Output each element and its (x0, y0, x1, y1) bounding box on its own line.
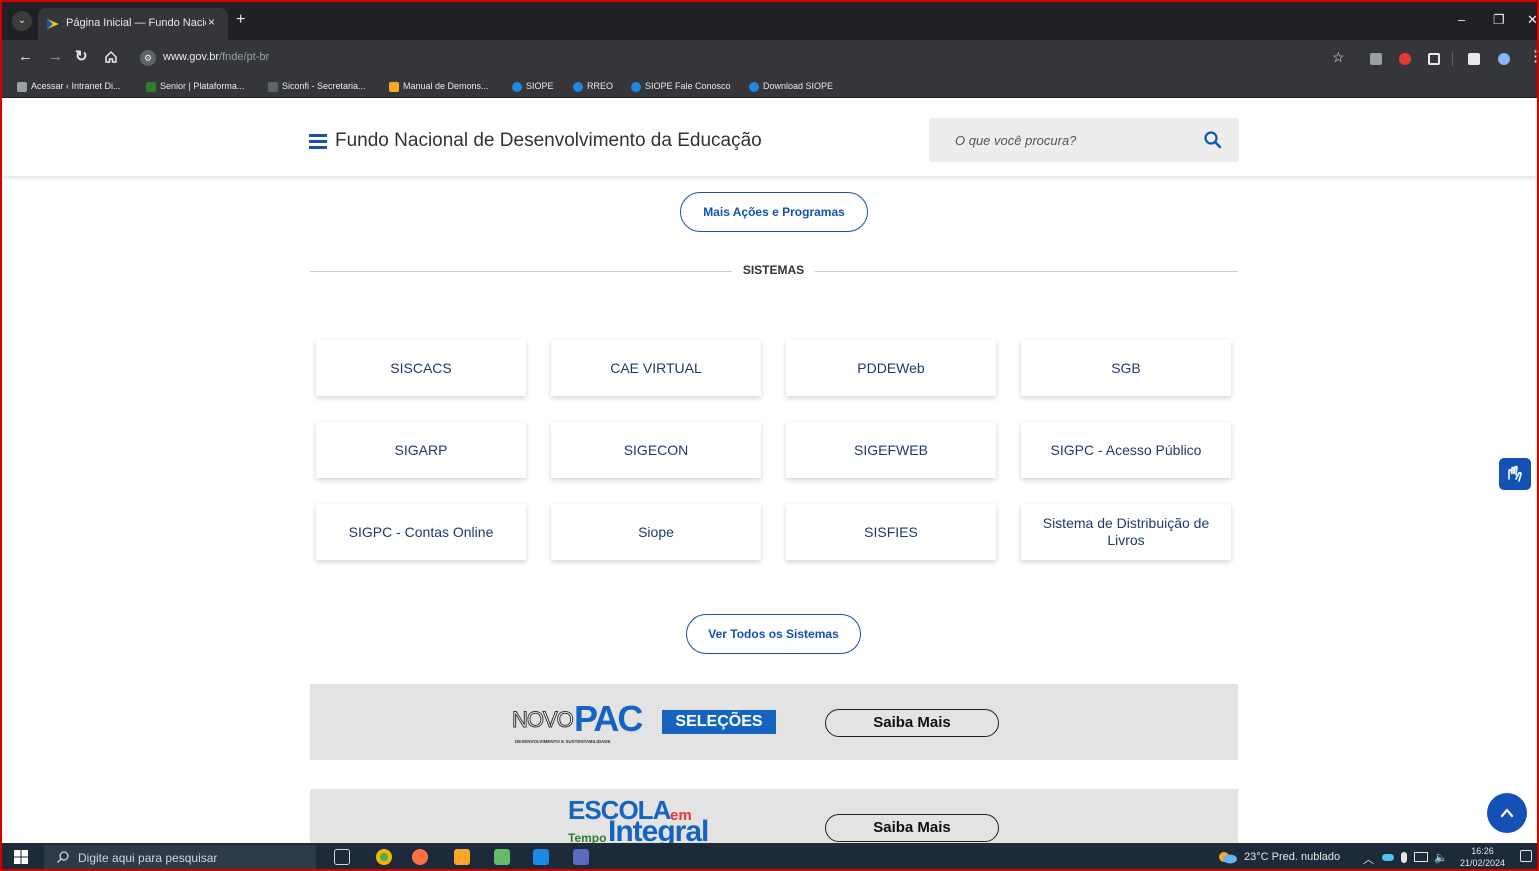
pdf-extension-icon[interactable] (1399, 53, 1411, 65)
notifications-icon[interactable] (1520, 850, 1532, 862)
vlibras-accessibility-button[interactable] (1499, 458, 1531, 490)
restore-button[interactable]: ❐ (1493, 12, 1505, 28)
site-info-icon[interactable]: ⚙ (140, 50, 156, 66)
novo-pac-logo: NOVO PAC SELEÇÕES DESENVOLVIMENTO E SUST… (512, 698, 782, 746)
browser-menu-icon[interactable]: ⋮ (1528, 48, 1539, 66)
back-to-top-button[interactable] (1487, 793, 1527, 833)
toolbar-divider (1452, 52, 1453, 66)
url-text: www.gov.br/fnde/pt-br (163, 51, 270, 63)
bookmark-item[interactable]: Senior | Plataforma... (146, 81, 244, 92)
side-panel-icon[interactable] (1468, 53, 1480, 65)
volume-icon[interactable]: 🔈 (1434, 851, 1448, 864)
reload-icon[interactable]: ↻ (75, 48, 88, 66)
gov-favicon-icon (47, 19, 59, 29)
taskbar-search-icon (57, 851, 69, 863)
extension-icon[interactable] (1370, 53, 1382, 65)
minimize-button[interactable]: – (1458, 12, 1465, 27)
bookmark-favicon-icon (17, 81, 27, 92)
bookmark-favicon-icon (631, 81, 641, 92)
system-card-distribuicao-livros[interactable]: Sistema de Distribuição de Livros (1021, 504, 1231, 560)
browser-title-bar: ⌄ Página Inicial — Fundo Nacional × + – … (0, 0, 1539, 40)
system-card-siope[interactable]: Siope (551, 504, 761, 560)
page-content: Fundo Nacional de Desenvolvimento da Edu… (2, 98, 1537, 843)
windows-start-icon[interactable] (14, 850, 28, 864)
close-window-button[interactable]: ✕ (1527, 12, 1538, 28)
weather-text[interactable]: 23°C Pred. nublado (1244, 851, 1340, 863)
chrome-taskbar-icon[interactable] (376, 849, 392, 865)
system-card-sigecon[interactable]: SIGECON (551, 422, 761, 478)
network-icon[interactable] (1414, 852, 1428, 862)
search-icon[interactable] (1203, 130, 1223, 150)
sign-language-hands-icon (1508, 465, 1522, 482)
bookmark-favicon-icon (749, 81, 759, 92)
clock-time: 16:26 (1471, 846, 1494, 856)
bookmark-favicon-icon (268, 81, 278, 92)
bookmark-favicon-icon (573, 81, 583, 92)
chevron-up-icon (1500, 808, 1514, 818)
novo-pac-banner[interactable]: NOVO PAC SELEÇÕES DESENVOLVIMENTO E SUST… (310, 684, 1238, 760)
bookmark-favicon-icon (512, 81, 522, 92)
microphone-icon[interactable] (1401, 852, 1407, 863)
task-view-icon[interactable] (334, 849, 350, 865)
site-header: Fundo Nacional de Desenvolvimento da Edu… (2, 98, 1537, 176)
system-clock[interactable]: 16:26 21/02/2024 (1460, 845, 1505, 869)
bookmark-item[interactable]: RREO (573, 81, 613, 92)
system-card-sigarp[interactable]: SIGARP (316, 422, 526, 478)
system-card-sgb[interactable]: SGB (1021, 340, 1231, 396)
taskbar-search-input[interactable]: Digite aqui para pesquisar (44, 845, 316, 869)
system-card-sisfies[interactable]: SISFIES (786, 504, 996, 560)
profile-avatar[interactable] (1498, 53, 1510, 65)
bookmark-star-icon[interactable]: ☆ (1332, 49, 1345, 66)
back-arrow-icon[interactable]: ← (18, 48, 33, 66)
address-bar[interactable]: ⚙ www.gov.br/fnde/pt-br ☆ (134, 46, 1356, 70)
see-all-systems-button[interactable]: Ver Todos os Sistemas (686, 614, 861, 654)
bookmarks-bar: Acessar ‹ Intranet Di... Senior | Plataf… (0, 76, 1539, 98)
tray-chevron-up-icon[interactable]: ︿ (1363, 851, 1374, 867)
bookmark-item[interactable]: SIOPE Fale Conosco (631, 81, 731, 92)
bookmark-item[interactable]: SIOPE (512, 81, 554, 92)
system-card-sigpc-contas-online[interactable]: SIGPC - Contas Online (316, 504, 526, 560)
forward-arrow-icon[interactable]: → (48, 48, 63, 66)
windows-taskbar: Digite aqui para pesquisar 23°C Pred. nu… (0, 843, 1539, 871)
search-input[interactable]: O que você procura? (929, 118, 1239, 162)
bookmark-item[interactable]: Download SIOPE (749, 81, 833, 92)
bookmark-favicon-icon (389, 81, 399, 92)
system-card-sigefweb[interactable]: SIGEFWEB (786, 422, 996, 478)
site-title[interactable]: Fundo Nacional de Desenvolvimento da Edu… (335, 130, 762, 152)
novo-pac-saiba-mais-button[interactable]: Saiba Mais (825, 709, 999, 737)
weather-cloud-icon (1219, 852, 1237, 864)
file-explorer-taskbar-icon[interactable] (454, 849, 470, 865)
calculator-taskbar-icon[interactable] (494, 849, 510, 865)
escola-saiba-mais-button[interactable]: Saiba Mais (825, 814, 999, 842)
escola-tempo-integral-logo: ESCOLA em Tempo Integral (568, 795, 709, 843)
menu-hamburger-icon[interactable] (309, 134, 327, 149)
firefox-taskbar-icon[interactable] (412, 849, 428, 865)
bookmark-favicon-icon (146, 81, 156, 92)
clock-date: 21/02/2024 (1460, 858, 1506, 868)
system-card-pddeweb[interactable]: PDDEWeb (786, 340, 996, 396)
more-actions-button[interactable]: Mais Ações e Programas (680, 192, 868, 232)
browser-toolbar: ← → ↻ ⚙ www.gov.br/fnde/pt-br ☆ ⋮ (0, 40, 1539, 76)
bookmark-item[interactable]: Manual de Demons... (389, 81, 489, 92)
system-card-sigpc-acesso-publico[interactable]: SIGPC - Acesso Público (1021, 422, 1231, 478)
system-card-cae-virtual[interactable]: CAE VIRTUAL (551, 340, 761, 396)
taskbar-search-placeholder: Digite aqui para pesquisar (78, 851, 218, 865)
systems-heading: SISTEMAS (732, 263, 815, 277)
tab-search-chevron-icon[interactable]: ⌄ (12, 11, 32, 31)
onedrive-cloud-icon[interactable] (1382, 854, 1394, 861)
new-tab-button[interactable]: + (236, 12, 245, 28)
search-placeholder: O que você procura? (955, 133, 1077, 148)
system-card-siscacs[interactable]: SISCACS (316, 340, 526, 396)
teams-taskbar-icon[interactable] (573, 849, 589, 865)
bookmark-item[interactable]: Siconfi - Secretaria... (268, 81, 366, 92)
home-icon[interactable] (104, 50, 118, 64)
browser-tab[interactable]: Página Inicial — Fundo Nacional × (38, 8, 228, 40)
escola-tempo-integral-banner[interactable]: ESCOLA em Tempo Integral Saiba Mais (310, 789, 1238, 843)
tab-title: Página Inicial — Fundo Nacional (66, 17, 206, 29)
extensions-puzzle-icon[interactable] (1428, 53, 1440, 65)
tab-close-icon[interactable]: × (208, 15, 215, 29)
outlook-taskbar-icon[interactable] (533, 849, 549, 865)
bookmark-item[interactable]: Acessar ‹ Intranet Di... (17, 81, 121, 92)
